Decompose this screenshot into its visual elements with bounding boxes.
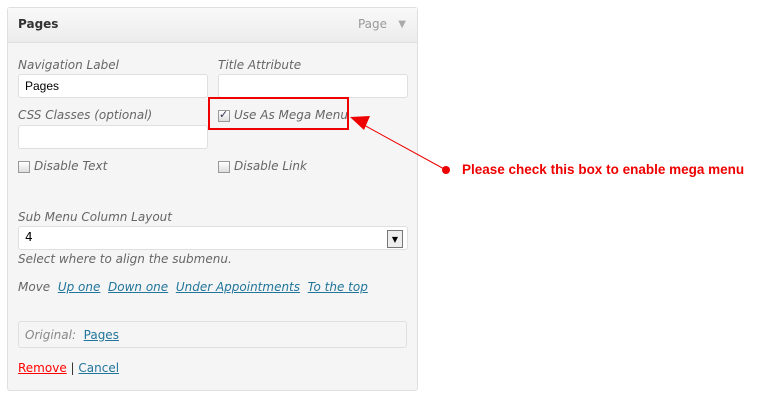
annotation-arrow [350, 116, 450, 174]
annotation-text: Please check this box to enable mega men… [462, 162, 745, 177]
